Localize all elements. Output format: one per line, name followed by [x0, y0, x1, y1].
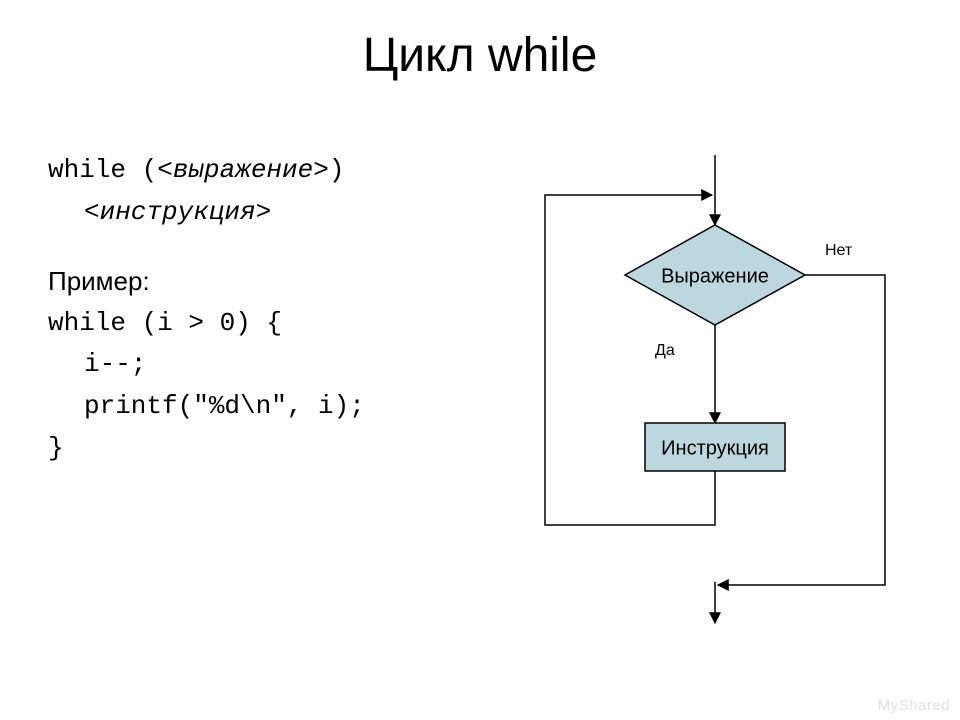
- example-label: Пример:: [48, 261, 365, 303]
- syntax-line-2: <инструкция>: [48, 192, 365, 234]
- content-block: while (<выражение>) <инструкция> Пример:…: [48, 150, 365, 469]
- slide: Цикл while while (<выражение>) <инструкц…: [0, 0, 960, 720]
- decision-label: Выражение: [661, 265, 769, 287]
- slide-title: Цикл while: [0, 28, 960, 83]
- watermark: MyShared: [878, 697, 950, 714]
- example-line-3: printf("%d\n", i);: [48, 386, 365, 428]
- flowchart: Выражение Да Инструкция Нет: [515, 155, 935, 625]
- syntax-expression-placeholder: <выражение>: [157, 155, 329, 185]
- example-line-4: }: [48, 428, 365, 470]
- syntax-line-1: while (<выражение>): [48, 150, 365, 192]
- syntax-instruction-placeholder: <инструкция>: [48, 192, 271, 234]
- spacer: [48, 233, 365, 261]
- syntax-while-close: ): [329, 155, 345, 185]
- syntax-while-open: while (: [48, 155, 157, 185]
- no-label: Нет: [825, 242, 853, 259]
- yes-label: Да: [655, 342, 675, 359]
- example-line-1: while (i > 0) {: [48, 303, 365, 345]
- process-label: Инструкция: [661, 437, 769, 459]
- example-line-2: i--;: [48, 344, 365, 386]
